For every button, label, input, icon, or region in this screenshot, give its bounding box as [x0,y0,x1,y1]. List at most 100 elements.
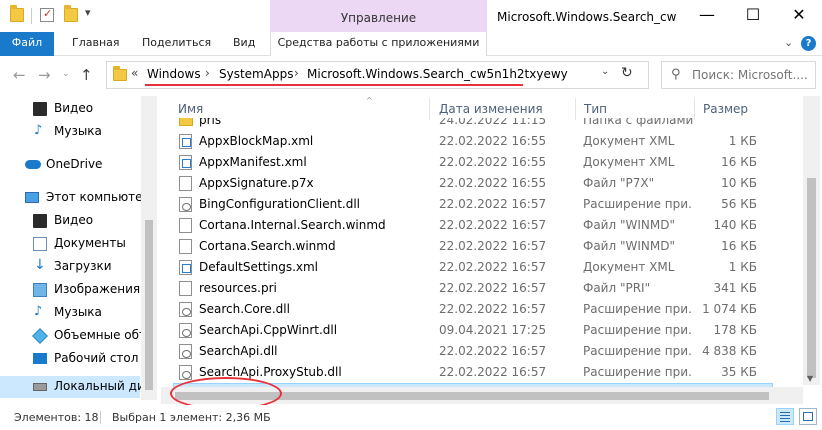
title-bar: ✓ ▾ Управление Microsoft.Windows.Search_… [0,0,822,32]
table-row[interactable]: AppxManifest.xml 22.02.2022 16:55 Документ… [173,152,773,173]
properties-icon[interactable]: ✓ [40,7,54,22]
nav-item-local-disk[interactable]: Локальный дис [0,376,151,398]
list-vertical-scrollbar-thumb[interactable] [807,178,816,378]
file-size: 56 КБ [721,197,757,211]
table-row[interactable]: AppxSignature.p7x 22.02.2022 16:55 Файл "P… [173,173,773,194]
column-type[interactable]: Тип [584,102,607,116]
close-button[interactable]: ✕ [776,0,822,32]
table-row[interactable]: DefaultSettings.xml 22.02.2022 16:57 Докум… [173,257,773,278]
column-date[interactable]: Дата изменения [439,102,543,116]
table-row[interactable]: SearchApi.ProxyStub.dll 22.02.2022 16:57 Р… [173,362,773,383]
table-row[interactable]: pris 24.02.2022 11:15 Папка с файлами [173,118,773,131]
breadcrumb-systemapps[interactable]: SystemApps [219,67,293,81]
nav-item-documents[interactable]: Документы [0,233,140,255]
help-icon[interactable]: ? [801,36,816,51]
nav-item-videos[interactable]: Видео [0,210,140,232]
file-name: resources.pri [199,281,277,295]
window-title: Microsoft.Windows.Search_cw [497,10,677,24]
table-row[interactable]: Cortana.Internal.Search.winmd 22.02.2022 … [173,215,773,236]
minimize-button[interactable]: — [684,0,730,32]
file-name: AppxBlockMap.xml [199,134,314,148]
nav-item-desktop[interactable]: Рабочий стол [0,348,140,370]
breadcrumb-windows[interactable]: Windows [147,67,201,81]
nav-item-onedrive[interactable]: OneDrive [0,154,140,176]
details-view-button[interactable] [776,408,794,425]
file-file-icon [179,281,192,296]
nav-label: Объемные объ [54,328,148,342]
tab-home[interactable]: Главная [72,32,120,56]
chevron-right-icon[interactable]: › [205,66,210,80]
table-row[interactable]: SearchApi.dll 22.02.2022 16:57 Расширение … [173,341,773,362]
file-name: SearchApi.dll [199,344,278,358]
table-row[interactable]: AppxBlockMap.xml 22.02.2022 16:55 Документ… [173,131,773,152]
nav-item-downloads[interactable]: ↓ Загрузки [0,256,140,278]
nav-item-videos[interactable]: Видео [0,98,140,120]
tab-share[interactable]: Поделиться [142,32,211,56]
column-divider[interactable] [575,98,576,120]
table-row[interactable]: resources.pri 22.02.2022 16:57 Файл "PRI" 3… [173,278,773,299]
file-date: 22.02.2022 16:57 [439,365,547,379]
recent-locations-icon[interactable]: ⌄ [62,69,70,79]
explorer-window: ✓ ▾ Управление Microsoft.Windows.Search_… [0,0,822,430]
search-box[interactable]: ⚲ [661,61,816,89]
file-size: 1 КБ [728,134,757,148]
column-name[interactable]: Имя [178,102,203,116]
search-input[interactable] [692,65,812,85]
file-type: Файл "WINMD" [583,218,675,232]
nav-scrollbar-thumb[interactable] [145,220,153,390]
address-history-dropdown-icon[interactable]: ⌄ [601,66,609,77]
table-row[interactable]: Cortana.Search.winmd 22.02.2022 16:57 Файл… [173,236,773,257]
nav-label: Локальный дис [54,379,152,393]
column-divider[interactable] [694,98,695,120]
quick-access-dropdown-icon[interactable]: ▾ [85,6,91,19]
dll-file-icon [179,323,192,338]
table-row[interactable]: BingConfigurationClient.dll 22.02.2022 16… [173,194,773,215]
file-type: Документ XML [583,134,675,148]
search-icon: ⚲ [671,67,681,82]
new-folder-icon[interactable] [64,5,78,22]
nav-item-music[interactable]: ♪ Музыка [0,121,140,143]
file-date: 22.02.2022 16:55 [439,134,547,148]
expand-ribbon-icon[interactable]: ⌄ [784,36,793,49]
file-size: 4 838 КБ [702,344,757,358]
tab-view[interactable]: Вид [233,32,255,56]
table-row[interactable]: Search.Core.dll 22.02.2022 16:57 Расширени… [173,299,773,320]
file-name: Cortana.Internal.Search.winmd [199,218,386,232]
back-arrow-icon[interactable]: ← [13,66,26,84]
large-icons-view-button[interactable] [799,408,817,425]
tab-app-tools[interactable]: Средства работы с приложениями [270,32,487,56]
breadcrumb-search-package[interactable]: Microsoft.Windows.Search_cw5n1h2txyewy [307,67,568,81]
dll-file-icon [179,365,192,380]
file-type: Расширение при... [583,365,693,379]
status-bar: Элементов: 18 Выбран 1 элемент: 2,36 МБ [0,405,822,430]
overflow-icon[interactable]: « [131,66,138,80]
documents-icon [33,237,47,251]
refresh-icon[interactable]: ↻ [621,65,633,81]
forward-arrow-icon[interactable]: → [38,66,51,84]
file-date: 22.02.2022 16:57 [439,344,547,358]
folder-icon [10,5,24,22]
file-type: Документ XML [583,260,675,274]
table-row[interactable]: SearchApi.CppWinrt.dll 09.04.2021 17:25 Ра… [173,320,773,341]
nav-item-music[interactable]: ♪ Музыка [0,302,140,324]
tab-file[interactable]: Файл [0,32,54,56]
selection-info: Выбран 1 элемент: 2,36 МБ [112,411,271,424]
sort-up-icon: ^ [366,96,373,105]
file-name: pris [199,118,222,127]
nav-label: Видео [54,213,94,227]
column-size[interactable]: Размер [703,102,748,116]
nav-item-pictures[interactable]: Изображения [0,279,140,301]
scroll-down-icon[interactable]: ▼ [807,374,813,383]
item-count: Элементов: 18 [14,411,99,424]
divider [100,411,101,424]
navigation-pane: Видео ♪ Музыка OneDrive Этот компьютер В… [0,96,157,400]
nav-item-this-pc[interactable]: Этот компьютер [0,187,150,209]
chevron-right-icon[interactable]: › [294,66,299,80]
file-date: 22.02.2022 16:55 [439,155,547,169]
up-arrow-icon[interactable]: ↑ [80,66,93,84]
file-size: 178 КБ [713,323,757,337]
nav-item-3d-objects[interactable]: Объемные объ [0,325,148,347]
maximize-button[interactable]: ☐ [730,0,776,32]
column-divider[interactable] [429,98,430,120]
pictures-icon [33,283,47,297]
